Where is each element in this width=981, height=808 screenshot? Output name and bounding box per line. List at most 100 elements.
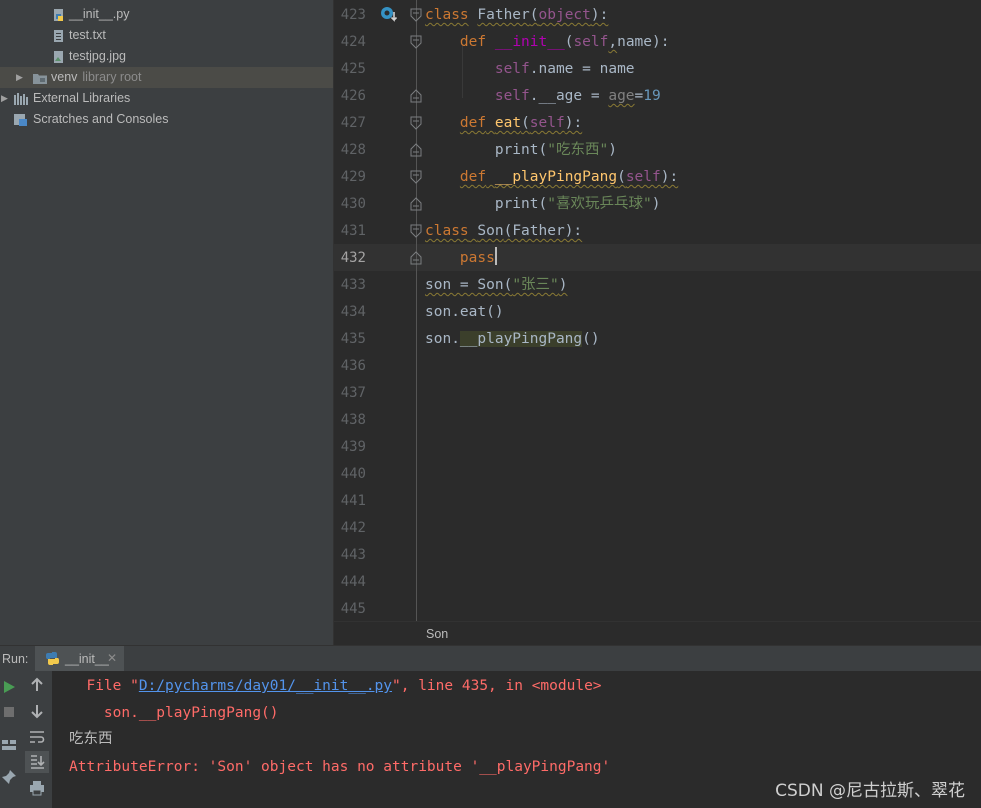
code-line-424: def __init__(self,name): bbox=[425, 29, 670, 56]
string-literal: "张三" bbox=[512, 277, 559, 293]
keyword: def bbox=[459, 34, 487, 50]
soft-wrap-icon[interactable] bbox=[28, 728, 46, 746]
line-number: 441 bbox=[340, 493, 366, 509]
fold-marker-icon[interactable] bbox=[410, 170, 422, 184]
fold-marker-icon[interactable] bbox=[410, 116, 422, 130]
line-number: 440 bbox=[340, 466, 366, 482]
code-line-431: class Son(Father): bbox=[425, 218, 582, 245]
tree-item-label: test.txt bbox=[69, 28, 106, 42]
tree-item-label: venv bbox=[51, 70, 78, 84]
tree-item-test-txt[interactable]: test.txt bbox=[0, 25, 333, 46]
tree-item-label: Scratches and Consoles bbox=[33, 112, 169, 126]
keyword: class bbox=[425, 223, 469, 239]
run-tab-init[interactable]: __init__ ✕ bbox=[35, 646, 124, 672]
comma: , bbox=[608, 34, 618, 50]
line-number: 428 bbox=[340, 142, 366, 158]
statement: .name = name bbox=[529, 61, 635, 77]
console-traceback-line: File "D:/pycharms/day01/__init__.py", li… bbox=[69, 675, 602, 697]
line-number: 438 bbox=[340, 412, 366, 428]
line-number: 427 bbox=[340, 115, 366, 131]
code-line-433: son = Son("张三") bbox=[425, 272, 568, 299]
console-stdout-line: 吃东西 bbox=[69, 731, 113, 747]
console-traceback-code: son.__playPingPang() bbox=[69, 705, 279, 721]
class-name: Father bbox=[477, 7, 530, 23]
self-param: self bbox=[529, 115, 565, 131]
watermark: CSDN @尼古拉斯、翠花 bbox=[775, 781, 965, 801]
paren: ): bbox=[590, 7, 609, 23]
fold-marker-icon[interactable] bbox=[410, 35, 422, 49]
expand-arrow-icon[interactable]: ▶ bbox=[1, 88, 8, 109]
run-label: Run: bbox=[2, 652, 29, 666]
python-icon bbox=[45, 652, 60, 665]
line-number: 423 bbox=[340, 7, 366, 23]
text-file-icon bbox=[54, 30, 63, 42]
close-icon[interactable]: ✕ bbox=[107, 651, 117, 665]
paren: () bbox=[582, 331, 600, 347]
stop-icon[interactable] bbox=[0, 703, 18, 721]
image-file-icon bbox=[54, 51, 63, 63]
paren: ( bbox=[538, 196, 548, 212]
line-number: 434 bbox=[340, 304, 366, 320]
keyword: def bbox=[459, 169, 487, 185]
code-editor[interactable]: 423 424 425 426 427 428 429 430 431 432 … bbox=[334, 0, 981, 621]
fold-end-marker-icon[interactable] bbox=[410, 197, 422, 211]
python-file-icon bbox=[54, 9, 63, 21]
arrow-down-icon[interactable] bbox=[28, 702, 46, 720]
paren: ) bbox=[651, 196, 661, 212]
scratches-icon bbox=[14, 114, 27, 126]
code-line-432: pass bbox=[425, 245, 497, 272]
paren: ( bbox=[538, 142, 548, 158]
expand-arrow-icon[interactable]: ▶ bbox=[16, 67, 23, 88]
statement: son = Son( bbox=[425, 277, 513, 293]
file-link[interactable]: D:/pycharms/day01/__init__.py bbox=[139, 678, 392, 694]
builtin: print bbox=[494, 196, 539, 212]
builtin: print bbox=[494, 142, 539, 158]
self-ref: self bbox=[494, 61, 530, 77]
unresolved-reference: __playPingPang bbox=[459, 331, 583, 347]
param-ref: age bbox=[608, 88, 635, 104]
code-line-423: class Father(object): bbox=[425, 2, 608, 29]
tree-item-testjpg[interactable]: testjpg.jpg bbox=[0, 46, 333, 67]
scroll-to-end-toggle[interactable] bbox=[25, 751, 49, 773]
keyword: class bbox=[425, 7, 469, 23]
statement: .__age = bbox=[529, 88, 609, 104]
fold-end-marker-icon[interactable] bbox=[410, 251, 422, 265]
print-icon[interactable] bbox=[28, 779, 46, 797]
function-name: __init__ bbox=[494, 34, 565, 50]
class-name: Son bbox=[477, 223, 504, 239]
console-text: ", line 435, in <module> bbox=[392, 678, 602, 694]
breadcrumb-item[interactable]: Son bbox=[426, 627, 448, 641]
code-line-434: son.eat() bbox=[425, 299, 504, 326]
line-number: 430 bbox=[340, 196, 366, 212]
fold-marker-icon[interactable] bbox=[410, 8, 422, 22]
scroll-to-end-icon bbox=[31, 755, 45, 769]
keyword: pass bbox=[459, 250, 495, 266]
fold-end-marker-icon[interactable] bbox=[410, 89, 422, 103]
fold-end-marker-icon[interactable] bbox=[410, 143, 422, 157]
code-line-430: print("喜欢玩乒乓球") bbox=[425, 191, 661, 218]
layout-icon[interactable] bbox=[0, 736, 18, 754]
tree-item-venv[interactable]: ▶ venv library root bbox=[0, 67, 333, 88]
pin-icon[interactable] bbox=[0, 768, 18, 786]
text-caret bbox=[494, 247, 497, 265]
arrow-up-icon[interactable] bbox=[28, 676, 46, 694]
code-line-429: def __playPingPang(self): bbox=[425, 164, 678, 191]
line-number: 433 bbox=[340, 277, 366, 293]
paren: ( bbox=[617, 169, 626, 185]
paren: ): bbox=[564, 115, 583, 131]
function-name: __playPingPang bbox=[494, 169, 618, 185]
string-literal: "吃东西" bbox=[547, 142, 609, 158]
tree-item-external-libraries[interactable]: ▶ External Libraries bbox=[0, 88, 333, 109]
fold-marker-icon[interactable] bbox=[410, 224, 422, 238]
rerun-icon[interactable] bbox=[0, 678, 18, 696]
tree-item-scratches[interactable]: Scratches and Consoles bbox=[0, 109, 333, 130]
tree-item-init-py[interactable]: __init__.py bbox=[0, 4, 333, 25]
folder-icon bbox=[33, 74, 47, 84]
line-number: 444 bbox=[340, 574, 366, 590]
self-param: self bbox=[625, 169, 661, 185]
run-panel-header: Run: __init__ ✕ bbox=[0, 645, 981, 672]
number-literal: 19 bbox=[643, 88, 661, 104]
code-line-426: self.__age = age=19 bbox=[425, 83, 661, 110]
paren: ): bbox=[660, 169, 679, 185]
overridden-method-gutter-icon[interactable] bbox=[380, 6, 400, 24]
